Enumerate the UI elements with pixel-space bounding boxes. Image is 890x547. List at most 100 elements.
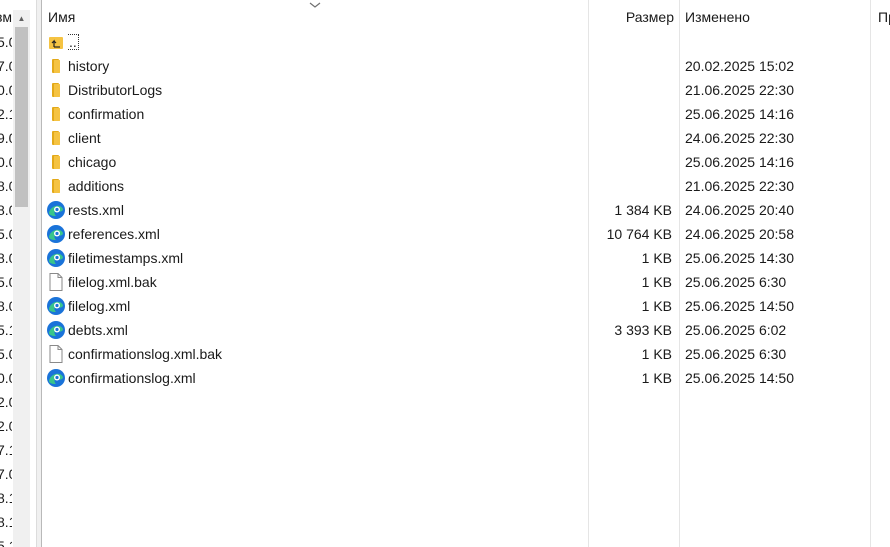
file-row[interactable]: additions 21.06.2025 22:30 [42, 174, 890, 198]
left-panel-cell: 7.0 [0, 58, 12, 74]
file-size [590, 126, 672, 150]
left-panel-cell: 2.1 [0, 106, 12, 122]
file-manager-window: зм 5.07.00.02.19.00.08.08.05.08.05.08.05… [0, 0, 890, 547]
left-panel-cell: 5.0 [0, 274, 12, 290]
file-row[interactable]: confirmationslog.xml 1 KB 25.06.2025 14:50 [42, 366, 890, 390]
left-panel-cell: 0.0 [0, 82, 12, 98]
left-panel-cell: 7.1 [0, 442, 12, 458]
file-row[interactable]: filelog.xml.bak 1 KB 25.06.2025 6:30 [42, 270, 890, 294]
file-modified-date: 25.06.2025 14:16 [685, 154, 794, 170]
left-panel-cell: 8.0 [0, 178, 12, 194]
file-name: filelog.xml [68, 298, 131, 314]
file-row[interactable]: filetimestamps.xml 1 KB 25.06.2025 14:30 [42, 246, 890, 270]
parent-directory-label: .. [68, 34, 79, 50]
file-row[interactable]: client 24.06.2025 22:30 [42, 126, 890, 150]
file-size: 3 393 KB [614, 322, 672, 338]
left-panel-cell: 5.1 [0, 322, 12, 338]
folder-icon [46, 128, 66, 148]
sort-chevron-down-icon[interactable] [308, 0, 322, 10]
scroll-up-arrow-icon[interactable]: ▲ [13, 10, 30, 27]
file-list-pane: Имя Размер Изменено Пр .. history 20.02.20… [42, 0, 890, 547]
folder-icon [46, 80, 66, 100]
file-size [590, 150, 672, 174]
file-size [590, 54, 672, 78]
edge-xml-file-icon [46, 248, 66, 268]
left-panel-cell: 0.0 [0, 370, 12, 386]
file-name: confirmationslog.xml [68, 370, 196, 386]
file-name: confirmationslog.xml.bak [68, 346, 223, 362]
file-name: confirmation [68, 106, 145, 122]
file-row[interactable]: debts.xml 3 393 KB 25.06.2025 6:02 [42, 318, 890, 342]
file-modified-date: 25.06.2025 14:50 [685, 298, 794, 314]
file-modified-date: 20.02.2025 15:02 [685, 58, 794, 74]
parent-folder-icon [46, 32, 66, 52]
file-row[interactable]: references.xml 10 764 KB 24.06.2025 20:58 [42, 222, 890, 246]
file-name: filetimestamps.xml [68, 250, 184, 266]
left-panel-cell: 5.0 [0, 346, 12, 362]
file-size: 1 KB [641, 274, 672, 290]
column-header-size[interactable]: Размер [590, 0, 674, 30]
folder-icon [46, 176, 66, 196]
left-panel-cell: 5.0 [0, 226, 12, 242]
file-row[interactable]: DistributorLogs 21.06.2025 22:30 [42, 78, 890, 102]
file-row[interactable]: filelog.xml 1 KB 25.06.2025 14:50 [42, 294, 890, 318]
left-panel-cell: 5.1 [0, 538, 12, 547]
left-panel-column: 5.0 7.0 0.0 2.1 9.0 0.0 8.0 8.0 5.0 8.0 5.0 8.0 5.1 5… [0, 30, 12, 547]
file-size: 1 KB [641, 250, 672, 266]
file-size: 1 KB [641, 370, 672, 386]
folder-icon [46, 104, 66, 124]
file-size [590, 30, 672, 54]
file-name: DistributorLogs [68, 82, 163, 98]
file-size [590, 78, 672, 102]
file-modified-date: 24.06.2025 20:58 [685, 226, 794, 242]
left-panel-cell: 5.0 [0, 34, 12, 50]
left-panel-cell: 8.1 [0, 490, 12, 506]
file-name: .. [68, 30, 588, 54]
file-modified-date: 25.06.2025 6:30 [685, 274, 787, 290]
column-header-modified[interactable]: Изменено [685, 0, 865, 30]
column-header-extra[interactable]: Пр [878, 0, 890, 30]
file-modified-date: 21.06.2025 22:30 [685, 82, 794, 98]
edge-xml-file-icon [46, 224, 66, 244]
file-size [590, 174, 672, 198]
edge-xml-file-icon [46, 296, 66, 316]
left-panel-scrollbar[interactable]: ▲ [13, 10, 30, 547]
edge-xml-file-icon [46, 368, 66, 388]
file-modified-date: 25.06.2025 6:30 [685, 346, 787, 362]
file-row[interactable]: confirmation 25.06.2025 14:16 [42, 102, 890, 126]
file-row[interactable]: confirmationslog.xml.bak 1 KB 25.06.2025 6… [42, 342, 890, 366]
left-panel: зм 5.07.00.02.19.00.08.08.05.08.05.08.05… [0, 0, 40, 547]
file-size: 1 384 KB [614, 202, 672, 218]
folder-icon [46, 152, 66, 172]
file-name: filelog.xml.bak [68, 274, 157, 290]
left-panel-scroll-thumb[interactable] [15, 27, 28, 207]
left-panel-cell: 8.0 [0, 298, 12, 314]
file-modified-date: 25.06.2025 6:02 [685, 322, 787, 338]
edge-xml-file-icon [46, 200, 66, 220]
file-size: 1 KB [641, 298, 672, 314]
left-panel-cell: 8.0 [0, 250, 12, 266]
edge-xml-file-icon [46, 320, 66, 340]
file-modified-date: 24.06.2025 20:40 [685, 202, 794, 218]
file-name: additions [68, 178, 125, 194]
file-row[interactable]: chicago 25.06.2025 14:16 [42, 150, 890, 174]
left-panel-header-label: зм [0, 9, 13, 25]
file-name: debts.xml [68, 322, 128, 338]
file-modified-date [685, 30, 865, 54]
left-panel-cell: 9.0 [0, 130, 12, 146]
file-modified-date: 25.06.2025 14:16 [685, 106, 794, 122]
left-panel-cell: 7.0 [0, 466, 12, 482]
file-row[interactable]: rests.xml 1 384 KB 24.06.2025 20:40 [42, 198, 890, 222]
left-panel-cell: 0.0 [0, 154, 12, 170]
file-name: references.xml [68, 226, 160, 242]
column-header-row: Имя Размер Изменено Пр [42, 0, 890, 30]
file-name: history [68, 58, 110, 74]
file-icon [46, 272, 66, 292]
left-panel-cell: 8.0 [0, 202, 12, 218]
file-row[interactable]: .. [42, 30, 890, 54]
file-modified-date: 25.06.2025 14:50 [685, 370, 794, 386]
file-size: 10 764 KB [606, 226, 672, 242]
file-row[interactable]: history 20.02.2025 15:02 [42, 54, 890, 78]
file-size [590, 102, 672, 126]
left-panel-cell: 2.0 [0, 418, 12, 434]
